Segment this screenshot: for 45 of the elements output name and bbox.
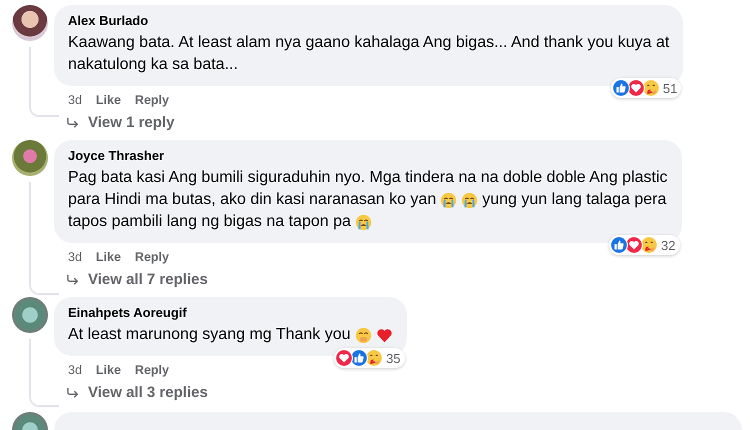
author-name[interactable]: Einahpets Aoreugif bbox=[68, 305, 393, 321]
author-name[interactable]: Joyce Thrasher bbox=[68, 148, 668, 164]
crying-face-icon bbox=[354, 214, 372, 230]
hugging-face-icon bbox=[642, 79, 660, 97]
comment-text: Pag bata kasi Ang bumili siguraduhin nyo. Mga tindera na na doble doble Ang plastic bbox=[68, 168, 668, 188]
avatar[interactable] bbox=[12, 297, 48, 333]
reply-link[interactable]: Reply bbox=[134, 363, 169, 377]
reply-link[interactable]: Reply bbox=[134, 250, 169, 264]
thumbs-up-icon bbox=[612, 79, 630, 97]
avatar[interactable] bbox=[12, 140, 48, 176]
reaction-count: 35 bbox=[386, 350, 401, 366]
reaction-count: 51 bbox=[662, 80, 678, 96]
like-link[interactable]: Like bbox=[96, 250, 121, 264]
view-replies-link[interactable]: View 1 reply bbox=[88, 114, 174, 131]
view-replies-link[interactable]: View all 7 replies bbox=[88, 271, 208, 288]
like-link[interactable]: Like bbox=[96, 363, 121, 377]
reaction-summary[interactable]: 35 bbox=[334, 348, 405, 368]
comment-text: yung yun lang talaga pera bbox=[482, 190, 666, 210]
avatar[interactable] bbox=[12, 5, 48, 41]
timestamp[interactable]: 3d bbox=[68, 93, 82, 107]
like-link[interactable]: Like bbox=[96, 93, 121, 107]
reply-link[interactable]: Reply bbox=[134, 93, 169, 107]
timestamp[interactable]: 3d bbox=[68, 363, 82, 377]
comment-text: At least marunong syang mg Thank you bbox=[68, 325, 351, 345]
author-name[interactable]: Alex Burlado bbox=[68, 13, 670, 29]
smiling-face-icon bbox=[354, 326, 372, 344]
view-replies-link[interactable]: View all 3 replies bbox=[88, 384, 208, 401]
hugging-face-icon bbox=[640, 236, 658, 254]
thumbs-up-icon bbox=[350, 349, 368, 367]
comment-text: para Hindi ma butas, ako din kasi naranasan ko yan bbox=[68, 190, 436, 210]
hugging-face-icon bbox=[365, 349, 384, 367]
reply-arrow-icon bbox=[66, 274, 80, 286]
comment-text: Kaawang bata. At least alam nya gaano kahalaga Ang bigas... And thank you kuya at bbox=[68, 33, 670, 53]
reply-arrow-icon bbox=[66, 116, 80, 128]
timestamp[interactable]: 3d bbox=[68, 250, 82, 264]
comment-text: tapos pambili lang ng bigas na tapon pa bbox=[68, 212, 351, 232]
thumbs-up-icon bbox=[610, 236, 628, 254]
heart-icon bbox=[376, 326, 393, 344]
reply-arrow-icon bbox=[66, 386, 80, 398]
reaction-summary[interactable]: 51 bbox=[610, 78, 682, 98]
comment-text: nakatulong ka sa bata... bbox=[68, 55, 238, 75]
crying-face-icon bbox=[461, 192, 478, 208]
crying-face-icon bbox=[440, 192, 458, 208]
reaction-summary[interactable]: 32 bbox=[609, 235, 680, 255]
reaction-count: 32 bbox=[661, 238, 676, 252]
